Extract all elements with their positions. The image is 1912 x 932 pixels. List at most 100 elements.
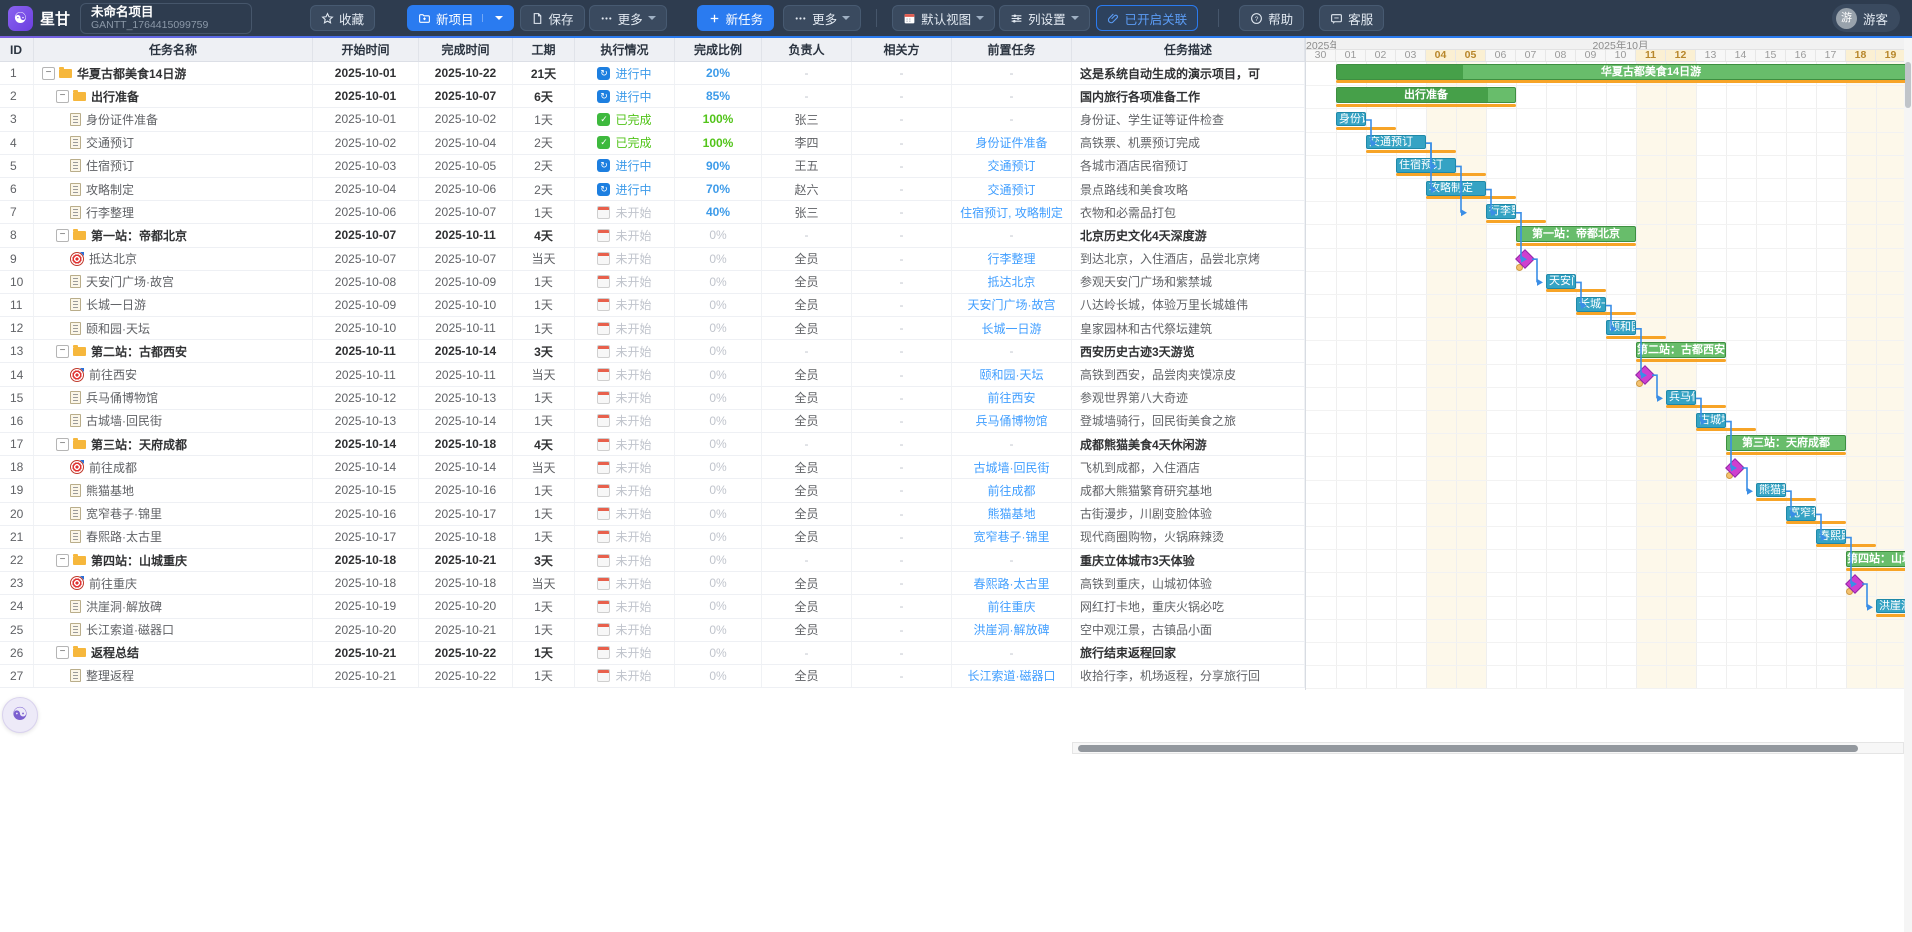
predecessor-link[interactable]: 长城一日游 (981, 320, 1041, 337)
day-header-11[interactable]: 11 (1636, 50, 1666, 61)
gantt-task-bar[interactable]: 天安门广场·故宫 (1546, 274, 1576, 289)
column-header-5[interactable]: 执行情况 (575, 38, 675, 61)
day-header-08[interactable]: 08 (1546, 50, 1576, 61)
default-view-button[interactable]: 默认视图 (892, 5, 995, 31)
predecessor-link[interactable]: 交通预订 (987, 181, 1035, 198)
vertical-scrollbar[interactable] (1904, 38, 1912, 932)
column-header-9[interactable]: 前置任务 (952, 38, 1072, 61)
horizontal-scrollbar[interactable] (1072, 742, 1904, 754)
predecessor-link[interactable]: 行李整理 (987, 250, 1035, 267)
table-row[interactable]: 3身份证件准备2025-10-012025-10-021天✓已完成100%张三-… (0, 108, 1305, 131)
day-header-07[interactable]: 07 (1516, 50, 1546, 61)
app-logo-icon[interactable]: ☯ (8, 6, 33, 31)
table-row[interactable]: 24洪崖洞·解放碑2025-10-192025-10-201天未开始0%全员-前… (0, 595, 1305, 618)
help-button[interactable]: ? 帮助 (1239, 5, 1304, 31)
gantt-task-bar[interactable]: 行李整理 (1486, 204, 1516, 219)
table-row[interactable]: 12颐和园·天坛2025-10-102025-10-111天未开始0%全员-长城… (0, 317, 1305, 340)
predecessor-link[interactable]: 春熙路·太古里 (974, 575, 1050, 592)
gantt-summary-bar[interactable]: 华夏古都美食14日游 (1336, 64, 1905, 80)
predecessor-link[interactable]: 交通预订 (987, 157, 1035, 174)
gantt-task-bar[interactable]: 宽窄巷子·锦里 (1786, 506, 1816, 521)
table-row[interactable]: 23前往重庆2025-10-182025-10-18当天未开始0%全员-春熙路·… (0, 572, 1305, 595)
column-header-3[interactable]: 完成时间 (419, 38, 513, 61)
day-header-13[interactable]: 13 (1696, 50, 1726, 61)
column-header-1[interactable]: 任务名称 (34, 38, 313, 61)
table-row[interactable]: 1−华夏古都美食14日游2025-10-012025-10-2221天↻进行中2… (0, 62, 1305, 85)
gantt-task-bar[interactable]: 熊猫基地 (1756, 483, 1786, 498)
column-header-2[interactable]: 开始时间 (313, 38, 419, 61)
day-header-01[interactable]: 01 (1336, 50, 1366, 61)
predecessor-link[interactable]: 宽窄巷子·锦里 (974, 528, 1050, 545)
table-row[interactable]: 7行李整理2025-10-062025-10-071天未开始40%张三-住宿预订… (0, 201, 1305, 224)
vertical-scrollbar-thumb[interactable] (1905, 62, 1911, 108)
gantt-task-bar[interactable]: 洪崖洞·解放碑 (1876, 599, 1905, 614)
gantt-task-bar[interactable]: 身份证件准备 (1336, 112, 1366, 127)
project-name-box[interactable]: 未命名项目 GANTT_1764415099759 (80, 3, 252, 34)
day-header-09[interactable]: 09 (1576, 50, 1606, 61)
day-header-17[interactable]: 17 (1816, 50, 1846, 61)
table-row[interactable]: 16古城墙·回民街2025-10-132025-10-141天未开始0%全员-兵… (0, 410, 1305, 433)
column-header-4[interactable]: 工期 (513, 38, 575, 61)
table-row[interactable]: 14前往西安2025-10-112025-10-11当天未开始0%全员-颐和园·… (0, 363, 1305, 386)
collapse-toggle[interactable]: − (56, 438, 69, 451)
gantt-summary-bar[interactable]: 第四站：山城重庆 (1846, 551, 1905, 567)
table-row[interactable]: 18前往成都2025-10-142025-10-14当天未开始0%全员-古城墙·… (0, 456, 1305, 479)
table-row[interactable]: 21春熙路·太古里2025-10-172025-10-181天未开始0%全员-宽… (0, 526, 1305, 549)
new-task-button[interactable]: 新任务 (697, 5, 775, 31)
column-settings-button[interactable]: 列设置 (999, 5, 1090, 31)
predecessor-link[interactable]: 熊猫基地 (987, 505, 1035, 522)
horizontal-scrollbar-thumb[interactable] (1078, 745, 1858, 752)
collapse-toggle[interactable]: − (56, 554, 69, 567)
gantt-summary-bar[interactable]: 第三站：天府成都 (1726, 435, 1846, 451)
predecessor-link[interactable]: 身份证件准备 (975, 134, 1047, 151)
theme-floating-button[interactable]: ☯ (2, 697, 38, 733)
collapse-toggle[interactable]: − (56, 646, 69, 659)
day-header-02[interactable]: 02 (1366, 50, 1396, 61)
table-row[interactable]: 2−出行准备2025-10-012025-10-076天↻进行中85%---国内… (0, 85, 1305, 108)
predecessor-link[interactable]: 兵马俑博物馆 (975, 412, 1047, 429)
collapse-toggle[interactable]: − (42, 67, 55, 80)
predecessor-link[interactable]: 长江索道·磁器口 (968, 667, 1056, 684)
table-row[interactable]: 20宽窄巷子·锦里2025-10-162025-10-171天未开始0%全员-熊… (0, 503, 1305, 526)
predecessor-link[interactable]: 古城墙·回民街 (974, 459, 1050, 476)
column-header-8[interactable]: 相关方 (852, 38, 952, 61)
more-button-2[interactable]: 更多 (783, 5, 861, 31)
day-header-04[interactable]: 04 (1426, 50, 1456, 61)
predecessor-link[interactable]: 前往重庆 (987, 598, 1035, 615)
table-row[interactable]: 19熊猫基地2025-10-152025-10-161天未开始0%全员-前往成都… (0, 479, 1305, 502)
day-header-19[interactable]: 19 (1876, 50, 1905, 61)
table-row[interactable]: 17−第三站：天府成都2025-10-142025-10-184天未开始0%--… (0, 433, 1305, 456)
predecessor-link[interactable]: 前往西安 (987, 389, 1035, 406)
more-button-1[interactable]: 更多 (589, 5, 667, 31)
new-project-button[interactable]: 新项目 (407, 5, 514, 31)
gantt-task-bar[interactable]: 兵马俑博物馆 (1666, 390, 1696, 405)
table-row[interactable]: 6攻略制定2025-10-042025-10-062天↻进行中70%赵六-交通预… (0, 178, 1305, 201)
day-header-05[interactable]: 05 (1456, 50, 1486, 61)
save-button[interactable]: 保存 (520, 5, 585, 31)
column-header-7[interactable]: 负责人 (762, 38, 852, 61)
day-header-06[interactable]: 06 (1486, 50, 1516, 61)
gantt-task-bar[interactable]: 春熙路·太古里 (1816, 529, 1846, 544)
table-row[interactable]: 4交通预订2025-10-022025-10-042天✓已完成100%李四-身份… (0, 132, 1305, 155)
day-header-15[interactable]: 15 (1756, 50, 1786, 61)
table-row[interactable]: 11长城一日游2025-10-092025-10-101天未开始0%全员-天安门… (0, 294, 1305, 317)
gantt-task-bar[interactable]: 古城墙·回民街 (1696, 413, 1726, 428)
table-row[interactable]: 25长江索道·磁器口2025-10-202025-10-211天未开始0%全员-… (0, 619, 1305, 642)
gantt-task-bar[interactable]: 攻略制定 (1426, 181, 1486, 196)
table-row[interactable]: 8−第一站：帝都北京2025-10-072025-10-114天未开始0%---… (0, 224, 1305, 247)
table-row[interactable]: 22−第四站：山城重庆2025-10-182025-10-213天未开始0%--… (0, 549, 1305, 572)
support-button[interactable]: 客服 (1319, 5, 1384, 31)
gantt-summary-bar[interactable]: 第一站：帝都北京 (1516, 226, 1636, 242)
day-header-12[interactable]: 12 (1666, 50, 1696, 61)
gantt-summary-bar[interactable]: 出行准备 (1336, 87, 1516, 103)
project-title[interactable]: 未命名项目 (91, 6, 241, 19)
predecessor-link[interactable]: 天安门广场·故宫 (968, 296, 1056, 313)
day-header-30[interactable]: 30 (1306, 50, 1336, 61)
predecessor-link[interactable]: 前往成都 (987, 482, 1035, 499)
gantt-task-bar[interactable]: 交通预订 (1366, 135, 1426, 150)
predecessor-link[interactable]: 住宿预订, 攻略制定 (960, 204, 1063, 221)
column-header-6[interactable]: 完成比例 (675, 38, 762, 61)
day-header-18[interactable]: 18 (1846, 50, 1876, 61)
predecessor-link[interactable]: 抵达北京 (987, 273, 1035, 290)
day-header-10[interactable]: 10 (1606, 50, 1636, 61)
